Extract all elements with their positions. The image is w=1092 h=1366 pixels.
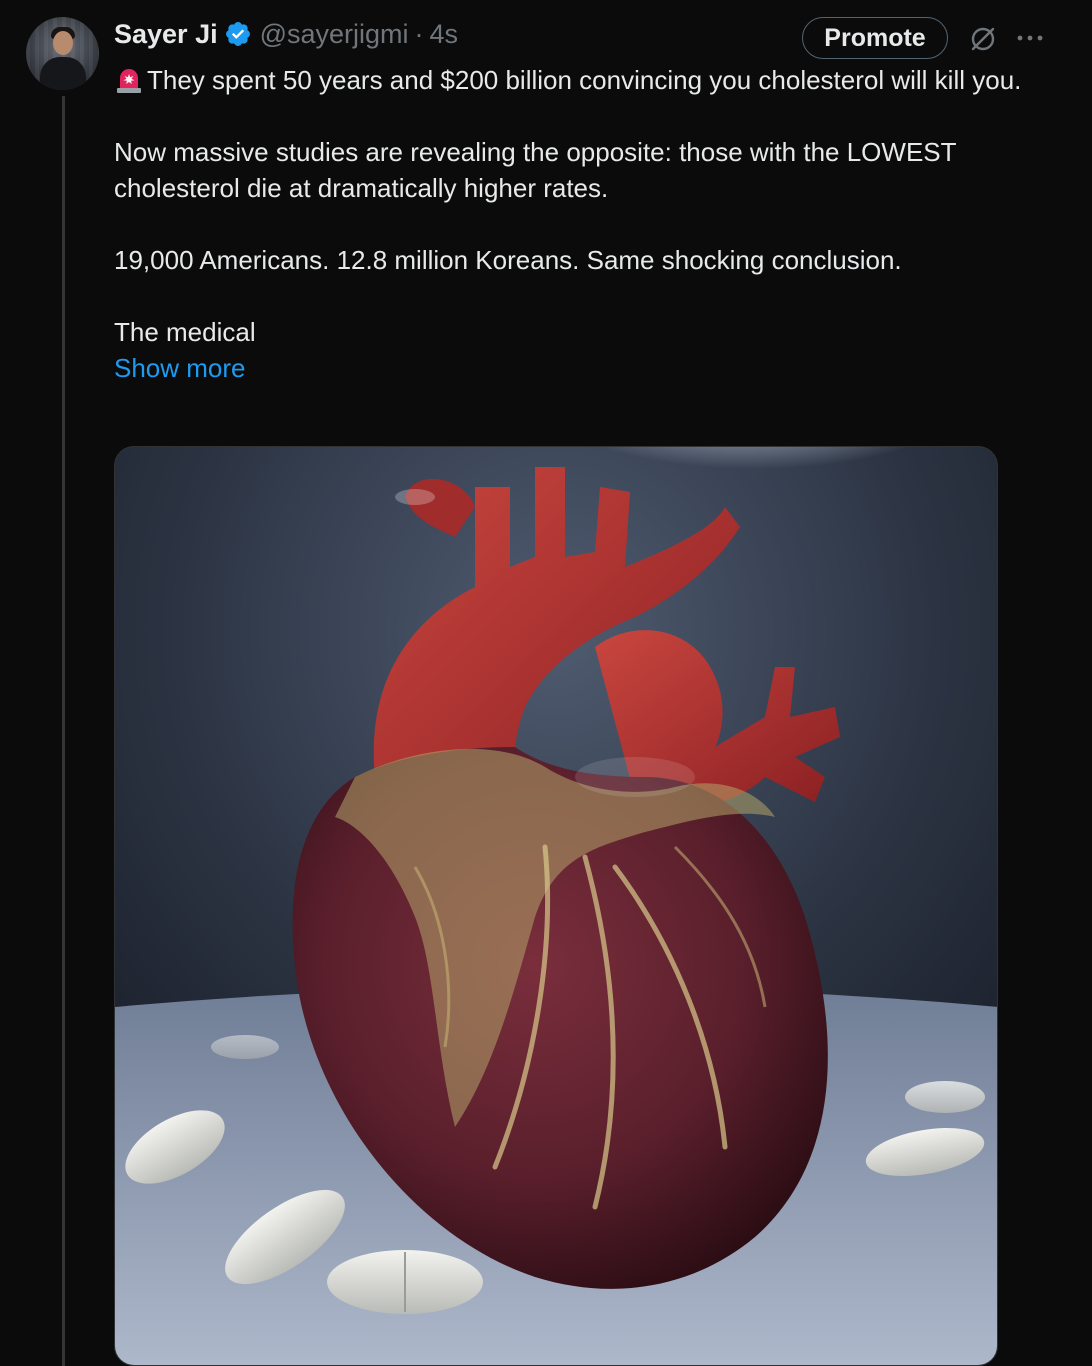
avatar-face — [53, 31, 73, 55]
timestamp[interactable]: 4s — [430, 19, 459, 50]
more-options-icon[interactable] — [1015, 28, 1045, 48]
show-more-link[interactable]: Show more — [114, 350, 1054, 386]
avatar-body — [40, 57, 86, 90]
tweet-line-4: The medical — [114, 317, 256, 347]
handle[interactable]: @sayerjigmi — [260, 19, 409, 50]
avatar[interactable] — [26, 17, 99, 90]
tweet-line-2: Now massive studies are revealing the op… — [114, 137, 957, 203]
promote-button[interactable]: Promote — [802, 17, 948, 59]
tweet[interactable]: Sayer Ji @sayerjigmi · 4s Promote They s… — [0, 0, 1092, 1366]
rotating-light-icon — [114, 64, 144, 94]
tweet-image[interactable] — [114, 446, 998, 1366]
grok-icon[interactable] — [968, 24, 998, 54]
thread-line — [62, 96, 65, 1366]
display-name[interactable]: Sayer Ji — [114, 19, 218, 50]
tweet-paragraph: They spent 50 years and $200 billion con… — [114, 62, 1054, 98]
tweet-line-1: They spent 50 years and $200 billion con… — [147, 65, 1022, 95]
verified-badge-icon[interactable] — [224, 20, 252, 48]
tweet-line-3: 19,000 Americans. 12.8 million Koreans. … — [114, 245, 902, 275]
tweet-header: Sayer Ji @sayerjigmi · 4s — [114, 14, 458, 54]
tweet-text: They spent 50 years and $200 billion con… — [114, 62, 1054, 386]
separator: · — [414, 18, 424, 49]
